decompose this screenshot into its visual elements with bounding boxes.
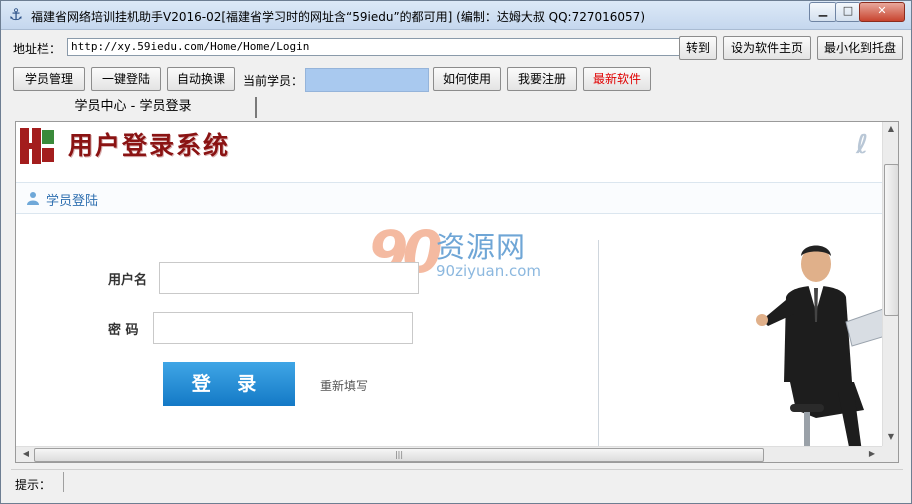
section-header: 学员登陆 bbox=[16, 182, 882, 214]
businessman-image bbox=[756, 245, 893, 462]
password-input[interactable] bbox=[153, 312, 413, 344]
web-content: 用户登录系统 ℓ 学员登陆 90 资源网 90ziyuan.com 用户名 密 … bbox=[15, 121, 899, 463]
set-home-button[interactable]: 设为软件主页 bbox=[723, 36, 811, 60]
toolbar: 学员管理 一键登陆 自动换课 当前学员： 如何使用 我要注册 最新软件 bbox=[1, 63, 911, 95]
site-logo bbox=[18, 126, 58, 166]
maximize-icon: □ bbox=[842, 4, 854, 17]
maximize-button[interactable]: □ bbox=[835, 2, 861, 22]
horizontal-scrollbar[interactable]: ◀ ||| ▶ bbox=[16, 446, 882, 462]
one-click-login-button[interactable]: 一键登陆 bbox=[91, 67, 161, 91]
scroll-up-icon[interactable]: ▲ bbox=[883, 124, 898, 133]
anchor-icon: ⚓ bbox=[8, 5, 24, 24]
scrollbar-corner bbox=[882, 446, 898, 462]
password-label: 密 码 bbox=[108, 323, 139, 338]
login-button[interactable]: 登 录 bbox=[163, 362, 295, 406]
how-to-use-button[interactable]: 如何使用 bbox=[433, 67, 501, 91]
title-bar: ⚓ 福建省网络培训挂机助手V2016-02[福建省学习时的网址含“59iedu”… bbox=[1, 1, 911, 30]
decorative-corner-icon: ℓ bbox=[856, 130, 869, 160]
register-button[interactable]: 我要注册 bbox=[507, 67, 577, 91]
minimize-button[interactable]: ▁ bbox=[809, 2, 837, 22]
new-software-button[interactable]: 最新软件 bbox=[583, 67, 651, 91]
close-icon: ✕ bbox=[877, 4, 887, 17]
content-divider bbox=[598, 240, 599, 450]
status-separator bbox=[63, 472, 64, 492]
site-title: 用户登录系统 bbox=[68, 131, 231, 160]
watermark-text: 资源网 bbox=[436, 230, 527, 264]
watermark-url: 90ziyuan.com bbox=[436, 262, 542, 280]
current-student-field[interactable] bbox=[305, 68, 429, 92]
go-button[interactable]: 转到 bbox=[679, 36, 717, 60]
close-button[interactable]: ✕ bbox=[859, 2, 905, 22]
window-title: 福建省网络培训挂机助手V2016-02[福建省学习时的网址含“59iedu”的都… bbox=[31, 10, 645, 24]
tab-bar: 学员中心 - 学员登录 bbox=[11, 97, 903, 119]
user-icon bbox=[27, 192, 39, 205]
horizontal-scroll-thumb[interactable]: ||| bbox=[34, 448, 764, 462]
section-label: 学员登陆 bbox=[46, 194, 99, 209]
reset-link[interactable]: 重新填写 bbox=[320, 377, 368, 394]
vertical-scroll-thumb[interactable] bbox=[884, 164, 898, 316]
auto-switch-course-button[interactable]: 自动换课 bbox=[167, 67, 235, 91]
minimize-to-tray-button[interactable]: 最小化到托盘 bbox=[817, 36, 903, 60]
scroll-right-icon[interactable]: ▶ bbox=[864, 449, 880, 458]
minimize-icon: ▁ bbox=[818, 4, 828, 17]
username-input[interactable] bbox=[159, 262, 419, 294]
scroll-down-icon[interactable]: ▼ bbox=[883, 432, 898, 441]
status-label: 提示： bbox=[15, 478, 52, 492]
student-management-button[interactable]: 学员管理 bbox=[13, 67, 85, 91]
tab-student-login[interactable]: 学员中心 - 学员登录 bbox=[11, 97, 257, 118]
address-input[interactable]: http://xy.59iedu.com/Home/Home/Login bbox=[67, 38, 681, 56]
status-bar: 提示： bbox=[11, 469, 903, 494]
address-row: 地址栏： http://xy.59iedu.com/Home/Home/Logi… bbox=[1, 31, 911, 61]
current-student-label: 当前学员： bbox=[243, 74, 304, 88]
scroll-left-icon[interactable]: ◀ bbox=[18, 449, 34, 458]
vertical-scrollbar[interactable]: ▲ ▼ bbox=[882, 122, 898, 446]
address-label: 地址栏： bbox=[13, 42, 62, 56]
app-window: ⚓ 福建省网络培训挂机助手V2016-02[福建省学习时的网址含“59iedu”… bbox=[0, 0, 912, 504]
username-label: 用户名 bbox=[108, 273, 148, 288]
